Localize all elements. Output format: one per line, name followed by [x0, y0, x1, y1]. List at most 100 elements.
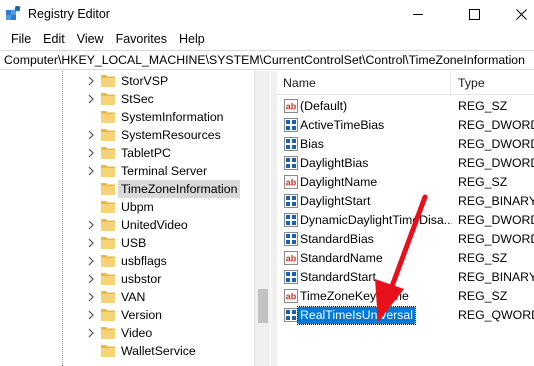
folder-icon: [101, 111, 115, 123]
chevron-right-icon[interactable]: [86, 94, 96, 104]
tree-item[interactable]: Terminal Server: [0, 162, 254, 180]
maximize-button[interactable]: [451, 0, 497, 28]
column-header-type[interactable]: Type: [452, 71, 534, 95]
tree-item-label: Version: [121, 308, 163, 322]
menu-help[interactable]: Help: [173, 29, 211, 49]
tree-item[interactable]: StSec: [0, 90, 254, 108]
folder-icon: [101, 147, 115, 159]
value-name: Bias: [300, 137, 324, 151]
folder-icon: [101, 201, 115, 213]
value-type: REG_SZ: [458, 99, 508, 113]
address-bar[interactable]: Computer\HKEY_LOCAL_MACHINE\SYSTEM\Curre…: [0, 50, 534, 70]
value-type: REG_DWORD: [458, 118, 534, 132]
svg-text:ab: ab: [286, 292, 297, 302]
chevron-right-icon[interactable]: [86, 292, 96, 302]
value-row[interactable]: StandardStart REG_BINARY: [277, 268, 534, 287]
value-name: DynamicDaylightTimeDisa...: [300, 213, 452, 227]
value-row[interactable]: ab DaylightName REG_SZ: [277, 173, 534, 192]
binary-value-icon: [284, 118, 298, 132]
value-row[interactable]: RealTimeIsUniversal REG_QWORD: [277, 306, 534, 325]
tree-item[interactable]: UnitedVideo: [0, 216, 254, 234]
tree-item[interactable]: SystemResources: [0, 126, 254, 144]
close-button[interactable]: [498, 0, 534, 28]
svg-text:ab: ab: [286, 178, 297, 188]
tree-item-label: TimeZoneInformation: [118, 180, 241, 198]
tree-scrollbar[interactable]: [254, 71, 270, 366]
value-row[interactable]: ab TimeZoneKeyName REG_SZ: [277, 287, 534, 306]
folder-icon: [101, 291, 115, 303]
tree-item-label: UnitedVideo: [121, 218, 188, 232]
tree-item-label: Ubpm: [121, 200, 154, 214]
value-row[interactable]: Bias REG_DWORD: [277, 135, 534, 154]
folder-icon: [101, 255, 115, 267]
folder-icon: [101, 327, 115, 339]
value-row[interactable]: ab StandardName REG_SZ: [277, 249, 534, 268]
value-row[interactable]: DaylightBias REG_DWORD: [277, 154, 534, 173]
value-name: TimeZoneKeyName: [300, 289, 409, 303]
string-value-icon: ab: [284, 251, 298, 265]
tree-item[interactable]: USB: [0, 234, 254, 252]
menu-favorites[interactable]: Favorites: [110, 29, 173, 49]
chevron-right-icon[interactable]: [86, 166, 96, 176]
window-title: Registry Editor: [28, 7, 110, 21]
tree-item-label: usbflags: [121, 254, 167, 268]
tree-item[interactable]: TabletPC: [0, 144, 254, 162]
value-name: ActiveTimeBias: [300, 118, 385, 132]
chevron-right-icon[interactable]: [86, 76, 96, 86]
binary-value-icon: [284, 213, 298, 227]
binary-value-icon: [284, 194, 298, 208]
menu-file[interactable]: File: [5, 29, 37, 49]
value-row[interactable]: DaylightStart REG_BINARY: [277, 192, 534, 211]
folder-icon: [101, 309, 115, 321]
menu-view[interactable]: View: [71, 29, 110, 49]
chevron-right-icon[interactable]: [86, 310, 96, 320]
binary-value-icon: [284, 137, 298, 151]
tree-item-label: usbstor: [121, 272, 162, 286]
string-value-icon: ab: [284, 99, 298, 113]
tree-item[interactable]: usbstor: [0, 270, 254, 288]
key-tree[interactable]: StorVSP StSec SystemInformation SystemResou…: [0, 71, 270, 366]
value-type: REG_SZ: [458, 289, 508, 303]
chevron-right-icon[interactable]: [86, 220, 96, 230]
value-row[interactable]: ActiveTimeBias REG_DWORD: [277, 116, 534, 135]
tree-item[interactable]: Version: [0, 306, 254, 324]
tree-item[interactable]: Ubpm: [0, 198, 254, 216]
value-type: REG_DWORD: [458, 137, 534, 151]
chevron-right-icon[interactable]: [86, 238, 96, 248]
binary-value-icon: [284, 156, 298, 170]
chevron-right-icon[interactable]: [86, 328, 96, 338]
value-type: REG_DWORD: [458, 156, 534, 170]
value-name: StandardBias: [300, 232, 374, 246]
tree-item[interactable]: WalletService: [0, 342, 254, 360]
tree-item[interactable]: StorVSP: [0, 72, 254, 90]
chevron-right-icon[interactable]: [86, 148, 96, 158]
tree-item[interactable]: Video: [0, 324, 254, 342]
value-type: REG_SZ: [458, 175, 508, 189]
tree-item[interactable]: usbflags: [0, 252, 254, 270]
values-list[interactable]: Name Type ab (Default) REG_SZ ActiveTimeBia…: [277, 71, 534, 366]
tree-item[interactable]: TimeZoneInformation: [0, 180, 254, 198]
value-row[interactable]: DynamicDaylightTimeDisa... REG_DWORD: [277, 211, 534, 230]
folder-icon: [101, 273, 115, 285]
value-type: REG_SZ: [458, 251, 508, 265]
tree-item[interactable]: SystemInformation: [0, 108, 254, 126]
chevron-right-icon[interactable]: [86, 130, 96, 140]
value-row[interactable]: StandardBias REG_DWORD: [277, 230, 534, 249]
column-header-name[interactable]: Name: [277, 71, 451, 95]
value-name: RealTimeIsUniversal: [297, 306, 416, 325]
chevron-right-icon[interactable]: [86, 274, 96, 284]
chevron-right-icon[interactable]: [86, 256, 96, 266]
folder-icon: [101, 345, 115, 357]
value-name: StandardName: [300, 251, 383, 265]
svg-text:ab: ab: [286, 254, 297, 264]
value-type: REG_DWORD: [458, 213, 534, 227]
tree-item-label: USB: [121, 236, 147, 250]
value-row[interactable]: ab (Default) REG_SZ: [277, 97, 534, 116]
maximize-icon: [468, 8, 480, 20]
minimize-button[interactable]: [395, 0, 441, 28]
tree-item[interactable]: VAN: [0, 288, 254, 306]
tree-scrollbar-thumb[interactable]: [258, 289, 268, 323]
folder-icon: [101, 237, 115, 249]
menu-edit[interactable]: Edit: [37, 29, 71, 49]
value-type: REG_QWORD: [458, 308, 534, 322]
